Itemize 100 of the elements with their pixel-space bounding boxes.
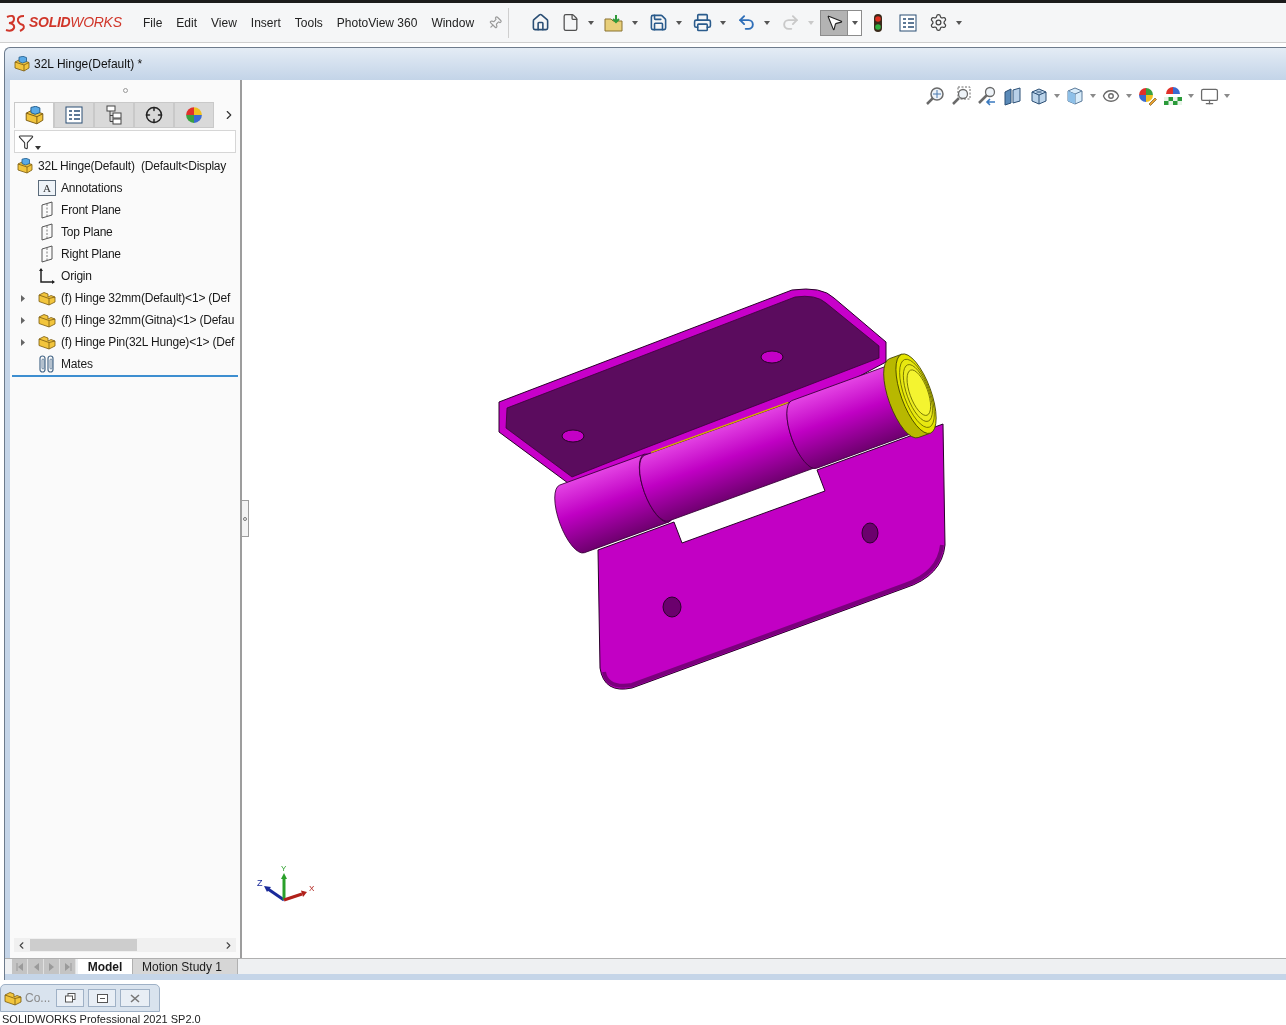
menu-item[interactable]: PhotoView 360 [329,14,425,31]
property-manager-tab[interactable] [54,102,94,128]
caret-icon[interactable] [956,20,963,25]
magnifier-arrows-icon [925,86,945,106]
printer-icon [692,13,712,32]
zoom-to-fit-button[interactable] [924,85,946,107]
restore-windows-icon [64,993,76,1003]
section-view-button[interactable] [1002,85,1024,107]
y-axis-arrow [281,873,287,900]
display-style-button[interactable] [1064,85,1086,107]
tree-item-label[interactable]: Origin [61,268,92,284]
filter-button[interactable] [18,133,41,150]
collapsed-arrow-icon[interactable] [20,294,26,302]
tree-item-label[interactable]: Right Plane [61,246,121,262]
tree-structure-icon [105,105,123,125]
caret-icon[interactable] [1054,94,1060,98]
axis-label: Y [281,864,287,873]
sheet-tab[interactable]: Motion Study 1 [132,959,238,974]
x-axis-arrow [283,890,307,902]
plane-icon [38,223,56,241]
color-ball-icon [185,106,203,124]
close-button[interactable] [120,989,151,1007]
funnel-icon [18,133,34,150]
caret-icon[interactable] [1126,94,1132,98]
list-icon [899,13,918,32]
menu-item[interactable]: Edit [169,14,205,31]
origin-axes-icon [38,267,56,285]
maximize-button[interactable] [88,989,117,1007]
tree-item-label[interactable]: (f) Hinge 32mm(Gitna)<1> (Defau [61,312,235,328]
undo-arrow-icon [736,13,756,32]
menu-item[interactable]: Window [424,14,482,31]
previous-view-button[interactable] [976,85,998,107]
caret-icon[interactable] [1224,94,1230,98]
magnifier-arrow-icon [977,86,997,106]
apply-scene-button[interactable] [1162,85,1184,107]
scrollbar-thumb[interactable] [30,939,137,951]
document-title: 32L Hinge(Default) * [34,56,143,72]
cube-icon [1029,86,1049,106]
panel-collapse-handle[interactable] [241,500,249,537]
assembly-icon [24,106,44,125]
tree-item-label[interactable]: Top Plane [61,224,113,240]
first-arrow-icon [15,962,24,971]
last-arrow-icon [63,962,72,971]
view-orientation-button[interactable] [1028,85,1050,107]
tree-item-label[interactable]: Annotations [61,180,123,196]
eye-icon [1102,87,1120,105]
close-icon [130,993,141,1003]
tree-item-label[interactable]: 32L Hinge(Default) (Default<Display [38,158,227,174]
tree-item-label[interactable]: (f) Hinge 32mm(Default)<1> (Def [61,290,231,306]
shaded-cube-icon [1065,86,1085,106]
list-icon [65,106,83,124]
menu-item[interactable]: File [136,14,170,31]
plane-icon [38,245,56,263]
logo-icon [5,13,27,32]
plane-icon [38,201,56,219]
caret-icon[interactable] [764,20,771,25]
sheet-tab[interactable]: Model [78,959,132,974]
assembly-icon [14,56,30,72]
feature-tree-tab[interactable] [14,102,54,128]
configuration-manager-tab[interactable] [94,102,134,128]
minimized-window-title: Co... [25,991,51,1005]
settings-icon [928,13,948,32]
caret-icon[interactable] [1188,94,1194,98]
dimxpert-tab[interactable] [134,102,174,128]
assembly-icon [17,158,33,174]
collapsed-arrow-icon[interactable] [20,338,26,346]
select-button[interactable] [820,9,849,36]
caret-icon[interactable] [720,20,727,25]
menu-item[interactable]: View [204,14,244,31]
monitor-icon [1199,86,1219,106]
tree-item-label[interactable]: Front Plane [61,202,121,218]
part-block-icon [38,334,56,350]
dropdown-button[interactable] [848,9,863,36]
caret-icon[interactable] [676,20,683,25]
collapsed-arrow-icon[interactable] [20,316,26,324]
right-arrow-icon [48,962,55,971]
status-text: SOLIDWORKS Professional 2021 SP2.0 [2,1012,201,1025]
axis-label: Z [257,878,263,888]
color-ball-scene-icon [1163,86,1183,106]
restore-button[interactable] [56,989,85,1007]
edit-appearance-button[interactable] [1136,85,1158,107]
caret-icon[interactable] [632,20,639,25]
color-ball-pencil-icon [1137,86,1157,106]
tree-item-label[interactable]: (f) Hinge Pin(32L Hunge)<1> (Def [61,334,235,350]
logo-text: SOLIDWORKS [29,13,122,32]
annotation-icon: A [38,180,56,196]
caret-icon[interactable] [1090,94,1096,98]
part-block-icon [4,990,22,1006]
zoom-to-area-button[interactable] [950,85,972,107]
caret-icon[interactable] [851,20,858,25]
paperclip-icon [38,355,56,373]
caret-icon[interactable] [588,20,595,25]
menu-item[interactable]: Insert [243,14,288,31]
tree-item-label[interactable]: Mates [61,356,93,372]
sectioned-box-icon [1003,86,1023,106]
folder-arrow-icon [604,13,625,32]
traffic-light-icon [873,13,884,32]
menu-item[interactable]: Tools [287,14,330,31]
house-icon [530,13,550,32]
display-manager-tab[interactable] [174,102,214,128]
